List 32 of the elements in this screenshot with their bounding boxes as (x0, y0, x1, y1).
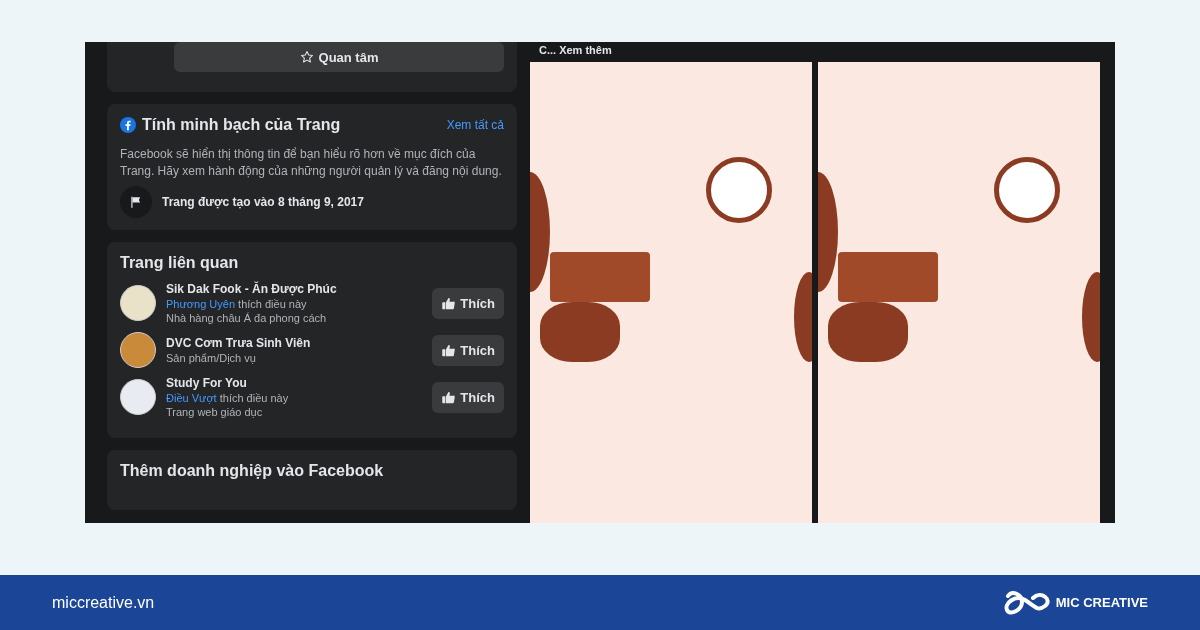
friend-link[interactable]: Điều Vượt (166, 392, 217, 404)
page-name[interactable]: Sik Dak Fook - Ăn Được Phúc (166, 282, 423, 296)
see-more-link[interactable]: C... Xem thêm (525, 42, 1100, 62)
friend-link[interactable]: Phương Uyên (166, 298, 235, 310)
page-avatar[interactable] (120, 285, 156, 321)
page-avatar[interactable] (120, 379, 156, 415)
page-category-text: Trang web giáo dục (166, 406, 264, 418)
section-title: Trang liên quan (120, 254, 240, 272)
created-date-text: Trang được tạo vào 8 tháng 9, 2017 (162, 195, 364, 209)
section-title: Tính minh bạch của Trang (142, 116, 341, 134)
page-category-text: Nhà hàng châu Á đa phong cách (166, 312, 328, 324)
see-all-link[interactable]: Xem tất cả (446, 118, 504, 132)
page-name[interactable]: Study For You (166, 376, 423, 390)
website-url-text: miccreative.vn (52, 593, 155, 612)
section-title: Thêm doanh nghiệp vào Facebook (120, 462, 385, 480)
facebook-logo-icon (120, 117, 136, 133)
brand-name-text: MIC CREATIVE (1055, 595, 1148, 610)
like-button[interactable]: Thích (432, 381, 504, 413)
follow-button[interactable]: Quan tâm (174, 42, 504, 72)
like-note-text: thích điều này (237, 298, 307, 310)
like-note-text: thích điều này (218, 392, 289, 404)
page-avatar[interactable] (120, 332, 156, 368)
page-category-text: Sản phẩm/Dịch vụ (166, 352, 257, 364)
description-text: Facebook sẽ hiển thị thông tin để bạn hiểu rõ hơn về mục đích của Trang. Hãy xem hành động của những người quản lý và đăng nội dung. (120, 146, 503, 180)
flag-icon (120, 186, 152, 218)
thumbs-up-icon (441, 295, 457, 311)
thumbs-up-icon (441, 342, 457, 358)
page-name[interactable]: DVC Cơm Trưa Sinh Viên (166, 336, 423, 350)
like-button[interactable]: Thích (432, 287, 504, 319)
thumbs-up-icon (441, 389, 457, 405)
star-icon (299, 50, 314, 64)
like-button[interactable]: Thích (432, 334, 504, 366)
